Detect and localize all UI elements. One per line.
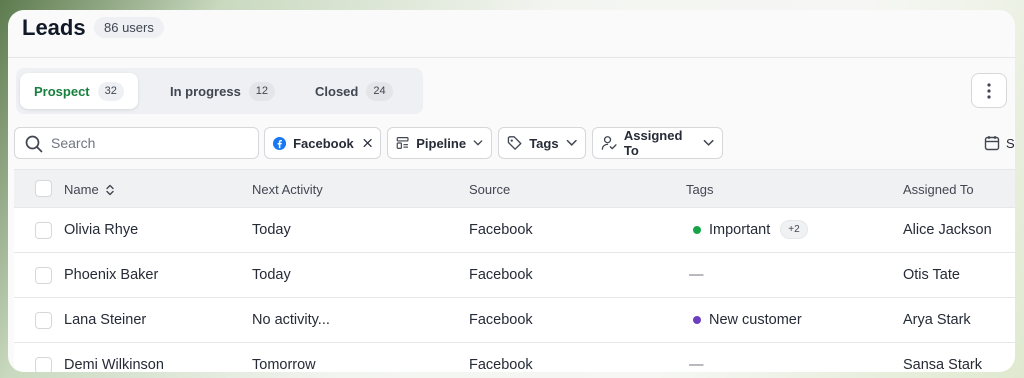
search-icon xyxy=(25,135,43,153)
tab-closed[interactable]: Closed 24 xyxy=(301,73,407,109)
tag-label: New customer xyxy=(709,312,802,328)
tags-cell: Important +2 xyxy=(693,220,808,239)
column-header-next-activity: Next Activity xyxy=(252,182,323,197)
column-header-label: Source xyxy=(469,182,511,197)
more-options-button[interactable] xyxy=(971,73,1007,108)
assigned-to: Arya Stark xyxy=(903,312,971,328)
tab-prospect[interactable]: Prospect 32 xyxy=(20,73,138,109)
filter-label: Assigned To xyxy=(623,128,683,158)
filter-tags-dropdown[interactable]: Tags xyxy=(498,127,586,159)
column-header-assigned-to: Assigned To xyxy=(903,182,974,197)
table-header: Name Next Activity Source Tags Assigned … xyxy=(14,169,1015,208)
chevron-down-icon xyxy=(566,139,577,146)
page-header: Leads 86 users xyxy=(8,10,1015,58)
source: Facebook xyxy=(469,312,533,328)
calendar-icon xyxy=(984,136,1000,151)
column-header-name[interactable]: Name xyxy=(64,182,115,197)
tags-empty: — xyxy=(689,357,704,372)
row-checkbox[interactable] xyxy=(35,222,52,239)
page-title: Leads xyxy=(22,15,86,40)
user-check-icon xyxy=(601,136,617,150)
column-header-tags: Tags xyxy=(686,182,713,197)
filter-label: Facebook xyxy=(293,135,354,151)
lead-name: Demi Wilkinson xyxy=(64,357,164,372)
filter-facebook-chip[interactable]: Facebook xyxy=(264,127,381,159)
source: Facebook xyxy=(469,222,533,238)
close-icon[interactable] xyxy=(363,137,372,149)
column-header-label: Name xyxy=(64,182,99,197)
sort-icon[interactable] xyxy=(105,184,115,196)
table-row[interactable]: Lana Steiner No activity... Facebook New… xyxy=(14,298,1015,343)
source: Facebook xyxy=(469,267,533,283)
select-all-checkbox[interactable] xyxy=(35,180,52,197)
column-header-source: Source xyxy=(469,182,510,197)
tags-empty: — xyxy=(689,267,704,283)
leads-card: Leads 86 users Prospect 32 In progress 1… xyxy=(8,10,1015,372)
next-activity: Today xyxy=(252,222,291,238)
column-header-label: Tags xyxy=(686,182,714,197)
tab-count: 12 xyxy=(248,81,276,101)
search-box xyxy=(14,127,259,159)
pipeline-icon xyxy=(396,137,409,149)
table-row[interactable]: Demi Wilkinson Tomorrow Facebook — Sansa… xyxy=(14,343,1015,372)
search-input[interactable] xyxy=(51,132,251,154)
tag-icon xyxy=(507,136,522,150)
tab-label: Prospect xyxy=(34,83,90,99)
tab-label: Closed xyxy=(315,83,359,99)
assigned-to: Sansa Stark xyxy=(903,357,982,372)
column-header-label: Assigned To xyxy=(903,182,974,197)
filter-bar: Facebook Pipeline Tags xyxy=(14,127,1015,159)
next-activity: No activity... xyxy=(252,312,330,328)
tag-dot xyxy=(693,316,701,324)
tags-cell: New customer xyxy=(693,312,802,328)
tab-bar: Prospect 32 In progress 12 Closed 24 xyxy=(16,68,423,114)
lead-name: Phoenix Baker xyxy=(64,267,159,283)
next-activity: Tomorrow xyxy=(252,357,316,372)
row-checkbox[interactable] xyxy=(35,357,52,372)
filter-assigned-to-dropdown[interactable]: Assigned To xyxy=(592,127,723,159)
more-vertical-icon xyxy=(987,82,991,99)
tab-label: In progress xyxy=(170,83,241,99)
source: Facebook xyxy=(469,357,533,372)
assigned-to: Otis Tate xyxy=(903,267,960,283)
filter-pipeline-dropdown[interactable]: Pipeline xyxy=(387,127,492,159)
date-filter-button[interactable]: S xyxy=(984,135,1015,151)
filter-label: Tags xyxy=(529,135,559,151)
date-filter-label: S xyxy=(1006,135,1015,151)
table-row[interactable]: Olivia Rhye Today Facebook Important +2 … xyxy=(14,208,1015,253)
chevron-down-icon xyxy=(473,140,483,146)
more-tags-badge[interactable]: +2 xyxy=(780,220,808,239)
tab-in-progress[interactable]: In progress 12 xyxy=(156,73,289,109)
filter-label: Pipeline xyxy=(416,135,467,151)
row-checkbox[interactable] xyxy=(35,267,52,284)
tab-count: 24 xyxy=(366,81,393,101)
assigned-to: Alice Jackson xyxy=(903,222,992,238)
column-header-label: Next Activity xyxy=(252,182,323,197)
table-row[interactable]: Phoenix Baker Today Facebook — Otis Tate xyxy=(14,253,1015,298)
lead-name: Olivia Rhye xyxy=(64,222,139,238)
next-activity: Today xyxy=(252,267,291,283)
tag-dot xyxy=(693,225,701,234)
chevron-down-icon xyxy=(703,139,714,146)
lead-name: Lana Steiner xyxy=(64,312,147,328)
facebook-icon xyxy=(273,136,287,150)
tag-label: Important xyxy=(709,221,771,238)
user-count-badge: 86 users xyxy=(94,17,164,38)
tab-count: 32 xyxy=(97,81,124,101)
row-checkbox[interactable] xyxy=(35,312,52,329)
